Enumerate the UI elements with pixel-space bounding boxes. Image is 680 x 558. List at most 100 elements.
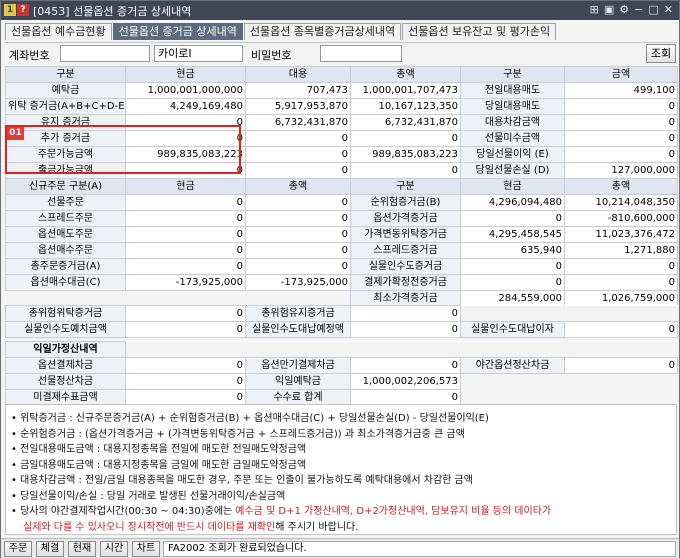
table-header-row: 신규주문 구분(A) 현금 총액 구분 현금 총액 xyxy=(5,178,678,195)
value-cell: 0 xyxy=(564,321,678,338)
note-line: • 위탁증거금 : 신규주문증거금(A) + 순위험증거금(B) + 옵션매수대… xyxy=(11,409,489,424)
row-label: 옵션결제차금 xyxy=(5,357,126,374)
highlight-box xyxy=(5,125,241,174)
value-cell: 0 xyxy=(245,146,351,163)
value-cell: 0 xyxy=(564,98,678,115)
time-button[interactable]: 시간 xyxy=(100,541,128,557)
col-header: 현금 xyxy=(460,178,565,195)
note-text: 위탁증거금 : 신규주문증거금(A) + 순위험증거금(B) + 옵션매수대금(… xyxy=(20,413,489,424)
execution-button[interactable]: 체결 xyxy=(36,541,64,557)
table-row: 선물정산차금 0 익일예탁금 1,000,002,206,573 xyxy=(5,373,678,390)
row-label: 야간옵션정산차금 xyxy=(460,357,565,374)
note-text: 해 주시기 바랍니다. xyxy=(275,521,359,533)
gear-icon[interactable]: ⚙ xyxy=(619,3,629,16)
table-row: 옵션매수대금(C) -173,925,000 -173,925,000 결제가확정전증… xyxy=(5,274,678,291)
value-cell: 1,000,001,707,473 xyxy=(350,82,461,99)
help-icon[interactable]: ? xyxy=(17,4,29,16)
chart-button[interactable]: 차트 xyxy=(132,541,160,557)
camera-icon[interactable]: ▣ xyxy=(604,3,614,16)
value-cell: 0 xyxy=(460,210,565,227)
value-cell: 0 xyxy=(245,130,351,147)
table-row: 옵션매도주문 0 0 가격변동위탁증거금 4,295,458,545 11,023,376… xyxy=(5,226,678,243)
row-label: 실물인수도예치금액 xyxy=(5,321,126,338)
value-cell: 0 xyxy=(245,194,351,211)
col-header: 신규주문 구분(A) xyxy=(5,178,126,195)
value-cell: 0 xyxy=(350,321,461,338)
row-label: 선물주문 xyxy=(5,194,126,211)
value-cell: 0 xyxy=(350,162,461,179)
order-button[interactable]: 주문 xyxy=(4,541,32,557)
query-button[interactable]: 조회 xyxy=(646,44,676,63)
tab-item-margin-detail[interactable]: 선물옵션 종목별증거금상세내역 xyxy=(243,23,402,40)
row-label: 위탁 증거금(A+B+C+D-E) xyxy=(5,98,126,115)
minimize-icon[interactable]: − xyxy=(634,3,643,16)
bullet-icon: • xyxy=(11,459,21,471)
row-label: 실물인수도증거금 xyxy=(350,258,461,275)
next-day-settlement-table: 익일가정산내역 옵션결제차금 0 옵션만기결제차금 0 야간옵션정산차금 0 선물정산차금 0… xyxy=(5,341,679,406)
row-label: 당일대용매도 xyxy=(460,98,565,115)
tab-deposit-status[interactable]: 선물옵션 예수금현황 xyxy=(5,23,112,40)
value-cell: 10,167,123,350 xyxy=(350,98,461,115)
row-label: 익일예탁금 xyxy=(245,373,351,390)
bullet-icon: • xyxy=(11,490,21,502)
row-label: 옵션가격증거금 xyxy=(350,210,461,227)
col-header: 구분 xyxy=(5,66,126,83)
row-label: 순위험증거금(B) xyxy=(350,194,461,211)
note-line: • 대용차감금액 : 전일/금일 대용종목을 매도한 경우, 주문 또는 인출이… xyxy=(11,471,473,486)
value-cell: 6,732,431,870 xyxy=(245,114,351,131)
note-text: 순위험증거금 : (옵션가격증거금 + (가격변동위탁증거금 + 스프레드증거금… xyxy=(20,428,465,440)
row-label: 결제가확정전증거금 xyxy=(350,274,461,291)
table-row: 예탁금 1,000,001,000,000 707,473 1,000,001,707… xyxy=(5,82,678,99)
empty-cell xyxy=(564,373,678,390)
row-label: 총위험위탁증거금 xyxy=(5,305,126,322)
row-label: 실물인수도대납이자 xyxy=(460,321,565,338)
current-price-button[interactable]: 현재 xyxy=(68,541,96,557)
note-text: 전일대용매도금액 : 대용지정종목을 전일에 매도한 전일매도약정금액 xyxy=(20,444,307,455)
row-label: 총주문증거금(A) xyxy=(5,258,126,275)
col-header: 총액 xyxy=(245,178,351,195)
value-cell: 5,917,953,870 xyxy=(245,98,351,115)
link-icon[interactable]: ⊞ xyxy=(590,3,599,16)
value-cell: 0 xyxy=(350,130,461,147)
row-label: 스프레드주문 xyxy=(5,210,126,227)
bullet-icon: • xyxy=(11,444,21,455)
account-name-field: 카이로I xyxy=(154,45,243,62)
note-line: • 순위험증거금 : (옵션가격증거금 + (가격변동위탁증거금 + 스프레드증… xyxy=(11,425,465,440)
value-cell: 0 xyxy=(245,162,351,179)
value-cell: 0 xyxy=(563,357,679,374)
order-margin-table: 신규주문 구분(A) 현금 총액 구분 현금 총액 선물주문 0 0 순위험증거금(B… xyxy=(5,178,678,307)
value-cell: 1,000,001,000,000 xyxy=(125,82,246,99)
main-window: 1 ? [0453] 선물옵션 증거금 상세내역 ⊞ ▣ ⚙ − □ ✕ 선물옵… xyxy=(0,0,680,558)
info-icon[interactable]: 1 xyxy=(4,4,16,16)
value-cell: 707,473 xyxy=(245,82,351,99)
table-row: 스프레드주문 0 0 옵션가격증거금 0 -810,600,000 xyxy=(5,210,678,227)
account-number-input[interactable] xyxy=(60,45,150,62)
value-cell: 4,296,094,480 xyxy=(460,194,565,211)
value-cell: 1,000,002,206,573 xyxy=(350,373,461,390)
value-cell: 11,023,376,472 xyxy=(564,226,678,243)
note-text: 대용차감금액 : 전일/금일 대용종목을 매도한 경우, 주문 또는 인출이 불… xyxy=(20,475,473,486)
window-title: [0453] 선물옵션 증거금 상세내역 xyxy=(33,5,192,18)
value-cell: 0 xyxy=(125,194,246,211)
col-header: 구분 xyxy=(350,178,461,195)
value-cell: 0 xyxy=(125,242,246,259)
tab-bar: 선물옵션 예수금현황 선물옵션 증거금 상세내역 선물옵션 종목별증거금상세내역… xyxy=(5,23,557,40)
tab-margin-detail[interactable]: 선물옵션 증거금 상세내역 xyxy=(112,23,243,40)
note-text: 당일선물이익/손실 : 당일 거래로 발생된 선물거래이익/손실금액 xyxy=(20,490,286,502)
bullet-icon: • xyxy=(11,428,21,440)
note-line: • 금일대용매도금액 : 대용지정종목을 금일에 매도한 금일매도약정금액 xyxy=(11,456,306,471)
empty-cell xyxy=(564,305,678,322)
row-label: 전일대용매도 xyxy=(460,82,565,99)
note-line: • 당일선물이익/손실 : 당일 거래로 발생된 선물거래이익/손실금액 xyxy=(11,487,285,502)
password-input[interactable] xyxy=(320,45,402,62)
row-label: 선물정산차금 xyxy=(5,373,126,390)
row-label: 가격변동위탁증거금 xyxy=(350,226,461,243)
tab-balance-pnl[interactable]: 선물옵션 보유잔고 및 평가손익 xyxy=(402,23,557,40)
maximize-icon[interactable]: □ xyxy=(648,3,658,16)
close-icon[interactable]: ✕ xyxy=(664,3,673,16)
value-cell: 0 xyxy=(125,305,246,322)
row-label: 실물인수도대납예정액 xyxy=(245,321,351,338)
row-label: 당일선물손실 (D) xyxy=(460,162,565,179)
value-cell: 0 xyxy=(125,357,246,374)
value-cell: 0 xyxy=(125,226,246,243)
